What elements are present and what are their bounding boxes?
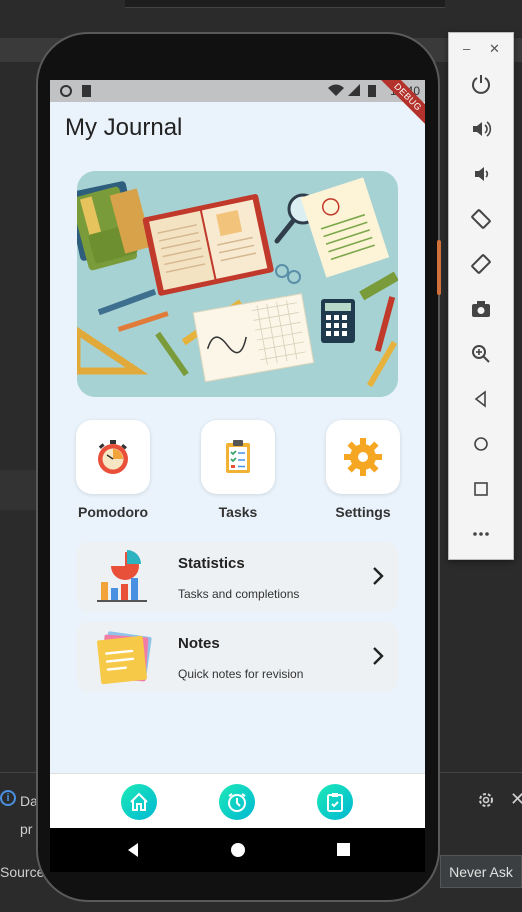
more-options-icon[interactable] <box>466 519 496 549</box>
pomodoro-label: Pomodoro <box>78 504 148 520</box>
nav-tasks-button[interactable] <box>317 784 353 820</box>
back-icon[interactable] <box>466 384 496 414</box>
sd-card-icon <box>82 85 91 97</box>
tasks-button[interactable]: Tasks <box>201 420 275 520</box>
volume-down-icon[interactable] <box>466 159 496 189</box>
statistics-card[interactable]: Statistics Tasks and completions <box>77 542 398 612</box>
android-home-icon[interactable] <box>230 842 246 858</box>
tasks-tile[interactable] <box>201 420 275 494</box>
notes-card[interactable]: Notes Quick notes for revision <box>77 622 398 692</box>
emulator-controls-panel: – ✕ <box>448 32 514 560</box>
android-navigation-bar <box>50 828 425 872</box>
zoom-icon[interactable] <box>466 339 496 369</box>
statistics-title: Statistics <box>178 555 245 572</box>
ide-toolbar <box>125 0 445 8</box>
phone-side-button <box>437 240 441 295</box>
ide-editor-fragment <box>0 470 40 510</box>
pomodoro-button[interactable]: Pomodoro <box>76 420 150 520</box>
wifi-signal-battery-icon <box>328 84 376 97</box>
app-screen: 12:40 DEBUG My Journal <box>50 80 425 828</box>
never-ask-button[interactable]: Never Ask <box>440 855 522 888</box>
settings-button[interactable]: Settings <box>326 420 400 520</box>
gear-icon <box>344 438 382 476</box>
close-icon[interactable]: ✕ <box>489 41 500 57</box>
timer-icon <box>228 793 246 812</box>
page-title: My Journal <box>65 114 183 141</box>
sticky-notes-icon <box>97 631 152 685</box>
camera-icon[interactable] <box>466 294 496 324</box>
notification-settings-icon[interactable] <box>476 790 496 810</box>
overview-square-icon[interactable] <box>466 474 496 504</box>
nav-timer-button[interactable] <box>219 784 255 820</box>
chevron-right-icon <box>373 567 384 585</box>
volume-up-icon[interactable] <box>466 114 496 144</box>
status-bar: 12:40 DEBUG <box>50 80 425 134</box>
rotate-left-icon[interactable] <box>466 204 496 234</box>
home-icon <box>130 792 148 811</box>
pomodoro-tile[interactable] <box>76 420 150 494</box>
settings-tile[interactable] <box>326 420 400 494</box>
journal-illustration <box>77 171 398 397</box>
notes-subtitle: Quick notes for revision <box>178 667 304 681</box>
statistics-subtitle: Tasks and completions <box>178 587 300 601</box>
settings-label: Settings <box>335 504 391 520</box>
home-circle-icon[interactable] <box>466 429 496 459</box>
bottom-navigation <box>50 773 425 828</box>
android-back-icon[interactable] <box>125 842 141 858</box>
pomodoro-timer-icon <box>98 440 128 474</box>
android-recents-icon[interactable] <box>336 842 352 858</box>
status-circle-icon <box>60 85 72 97</box>
nav-home-button[interactable] <box>121 784 157 820</box>
chevron-right-icon <box>373 647 384 665</box>
minimize-icon[interactable]: – <box>463 41 470 56</box>
info-icon: i <box>0 790 16 806</box>
rotate-right-icon[interactable] <box>466 249 496 279</box>
clipboard-icon <box>327 793 343 812</box>
notification-close-icon[interactable]: ✕ <box>510 789 522 810</box>
power-icon[interactable] <box>466 69 496 99</box>
clipboard-tasks-icon <box>226 440 250 473</box>
notes-title: Notes <box>178 635 220 652</box>
statistics-chart-icon <box>97 550 147 602</box>
tasks-label: Tasks <box>218 504 258 520</box>
notification-text-line2: pr <box>20 821 33 837</box>
